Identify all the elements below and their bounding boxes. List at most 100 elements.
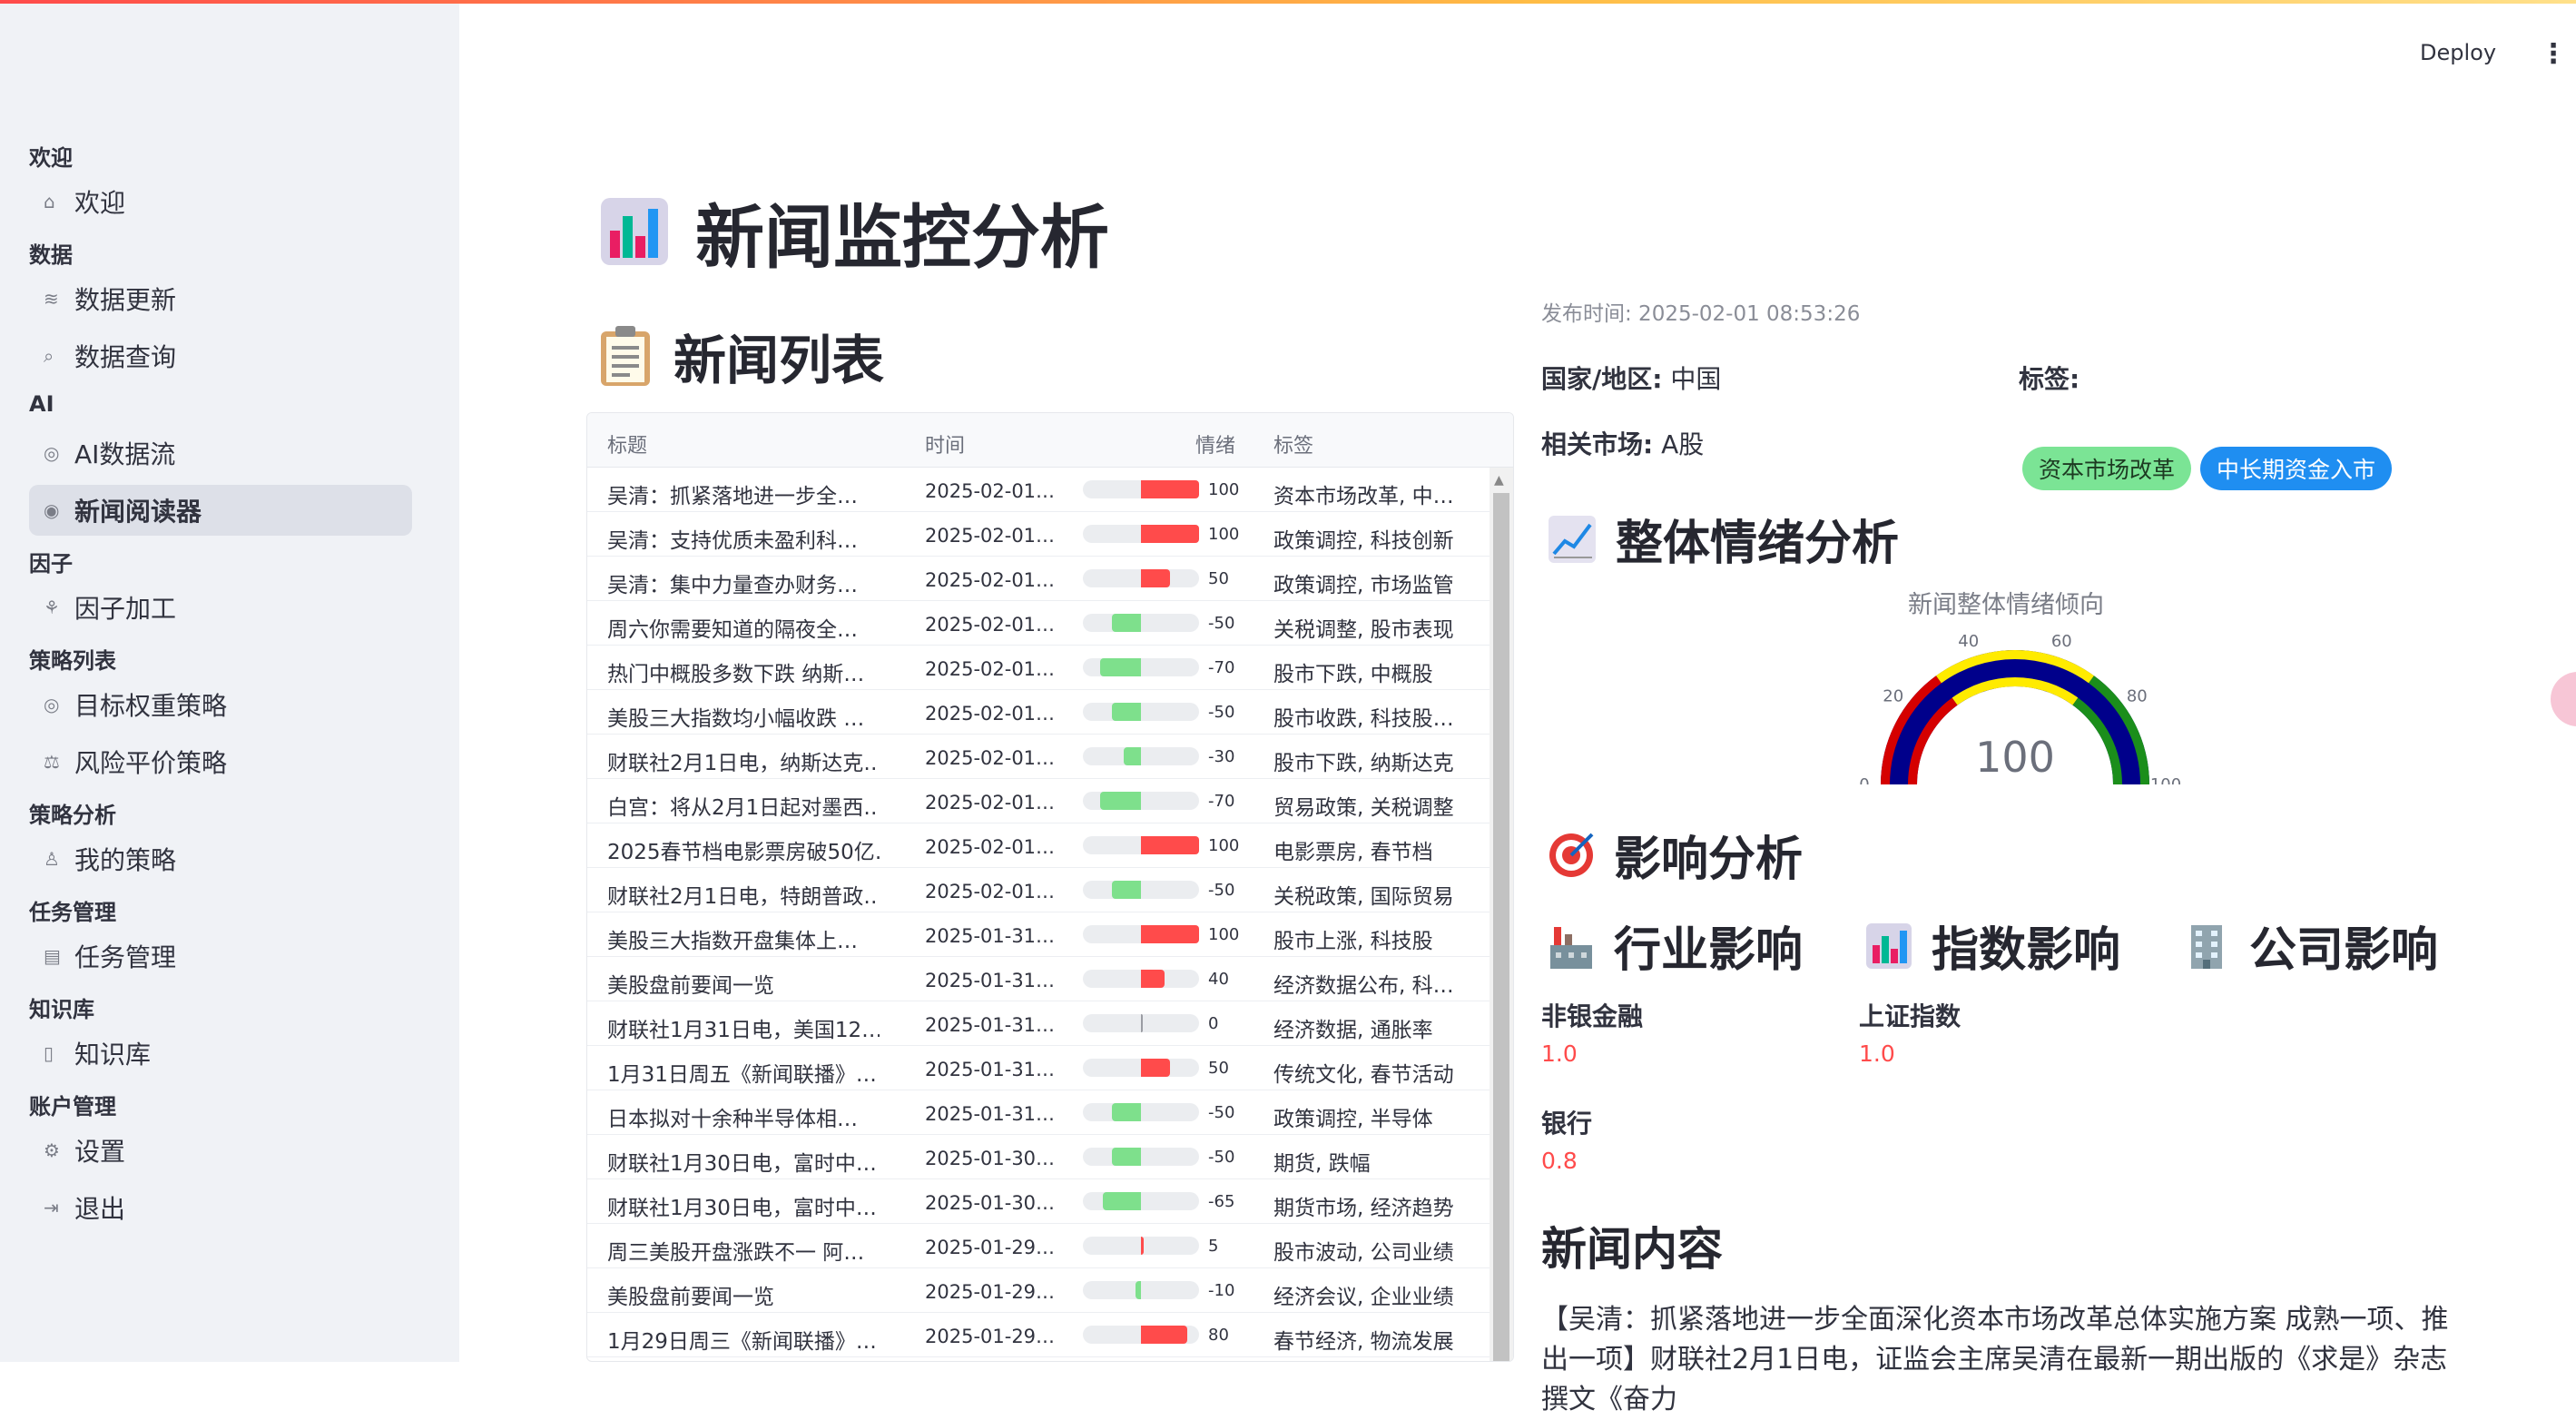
sidebar-item[interactable]: ⚖ 风险平价策略 bbox=[29, 736, 412, 787]
cell-time: 2025-02-01… bbox=[925, 614, 1056, 636]
cell-time: 2025-02-01… bbox=[925, 792, 1056, 814]
cell-time: 2025-02-01… bbox=[925, 569, 1056, 591]
factor-icon: ⚘ bbox=[44, 597, 60, 618]
industry-metric-label: 非银金融 bbox=[1541, 1001, 1644, 1031]
sidebar-item[interactable]: ⌂ 欢迎 bbox=[29, 176, 412, 227]
news-table[interactable]: 标题 时间 情绪 标签 吴清：抓紧落地进一步全… 2025-02-01… 100 资本… bbox=[586, 412, 1514, 1362]
table-row[interactable]: 美股三大指数开盘集体上… 2025-01-31… 100 股市上涨, 科技股 bbox=[587, 912, 1490, 957]
table-row[interactable]: 周三美股开盘涨跌不一 阿… 2025-01-29… 5 股市波动, 公司业绩 bbox=[587, 1224, 1490, 1268]
sentiment-value: -50 bbox=[1208, 881, 1235, 900]
home-icon: ⌂ bbox=[44, 191, 55, 212]
cell-tags: 政策调控, 半导体 bbox=[1273, 1108, 1433, 1131]
sidebar-section-title: 知识库 bbox=[29, 997, 94, 1022]
sidebar-item[interactable]: ⚙ 设置 bbox=[29, 1125, 412, 1176]
sidebar-item[interactable]: ⇥ 退出 bbox=[29, 1182, 412, 1233]
index-metric-value: 1.0 bbox=[1859, 1040, 1895, 1067]
column-header-title[interactable]: 标题 bbox=[607, 429, 647, 459]
sidebar-item-label: 数据查询 bbox=[74, 342, 177, 372]
table-row[interactable]: 财联社1月30日电，富时中… 2025-01-30… -50 期货, 跌幅 bbox=[587, 1135, 1490, 1179]
table-row[interactable]: 1月29日周三《新闻联播》… 2025-01-29… 80 春节经济, 物流发展 bbox=[587, 1313, 1490, 1357]
cell-tags: 期货市场, 经济趋势 bbox=[1273, 1197, 1454, 1220]
kebab-icon[interactable]: ⋮ bbox=[2540, 38, 2567, 70]
sentiment-bar-fill bbox=[1112, 614, 1141, 632]
sidebar-item[interactable]: ♙ 我的策略 bbox=[29, 833, 412, 884]
column-header-time[interactable]: 时间 bbox=[925, 429, 965, 459]
gauge-tick-label: 100 bbox=[2150, 775, 2181, 784]
table-scrollbar[interactable]: ▲ bbox=[1490, 468, 1513, 1361]
cell-title: 美股盘前要闻一览 bbox=[607, 974, 774, 998]
table-row[interactable]: 财联社2月1日电，特朗普政… 2025-02-01… -50 关税政策, 国际贸易 bbox=[587, 868, 1490, 912]
table-row[interactable]: 财联社1月30日电，富时中… 2025-01-30… -65 期货市场, 经济趋势 bbox=[587, 1179, 1490, 1224]
tag-pill: 中长期资金入市 bbox=[2200, 447, 2393, 490]
office-building-icon bbox=[2191, 924, 2222, 969]
cell-time: 2025-01-29… bbox=[925, 1281, 1056, 1303]
cell-title: 周三美股开盘涨跌不一 阿… bbox=[607, 1241, 865, 1265]
table-row[interactable]: 热门中概股多数下跌 纳斯… 2025-02-01… -70 股市下跌, 中概股 bbox=[587, 646, 1490, 690]
table-row[interactable]: 吴清：支持优质未盈利科… 2025-02-01… 100 政策调控, 科技创新 bbox=[587, 512, 1490, 557]
table-row[interactable]: 白宫：将从2月1日起对墨西… 2025-02-01… -70 贸易政策, 关税调整 bbox=[587, 779, 1490, 823]
table-row[interactable]: 2025春节档电影票房破50亿… 2025-02-01… 100 电影票房, 春节档 bbox=[587, 823, 1490, 868]
table-row[interactable]: 周六你需要知道的隔夜全… 2025-02-01… -50 关税调整, 股市表现 bbox=[587, 601, 1490, 646]
scroll-up-arrow-icon[interactable]: ▲ bbox=[1494, 473, 1504, 488]
table-row[interactable]: 美股三大指数均小幅收跌 … 2025-02-01… -50 股市收跌, 科技股… bbox=[587, 690, 1490, 735]
cell-tags: 股市下跌, 纳斯达克 bbox=[1273, 752, 1454, 775]
table-row[interactable]: 财联社2月1日电，纳斯达克… 2025-02-01… -30 股市下跌, 纳斯达克 bbox=[587, 735, 1490, 779]
table-row[interactable]: 美股盘前要闻一览 2025-01-31… 40 经济数据公布, 科… bbox=[587, 957, 1490, 1001]
sentiment-bar-fill bbox=[1100, 658, 1141, 676]
sentiment-value: 100 bbox=[1208, 525, 1240, 544]
sidebar-item[interactable]: ⚘ 因子加工 bbox=[29, 582, 412, 633]
cell-title: 美股三大指数开盘集体上… bbox=[607, 930, 858, 953]
sidebar-item[interactable]: ⌕ 数据查询 bbox=[29, 330, 412, 381]
sentiment-value: -50 bbox=[1208, 1148, 1235, 1167]
sentiment-value: -50 bbox=[1208, 703, 1235, 722]
sidebar-item-label: 退出 bbox=[74, 1194, 126, 1224]
cell-tags: 资本市场改革, 中… bbox=[1273, 485, 1454, 508]
floating-chat-bubble[interactable] bbox=[2551, 672, 2576, 726]
deploy-button[interactable]: Deploy bbox=[2420, 40, 2496, 65]
table-row[interactable]: 吴清：集中力量查办财务… 2025-02-01… 50 政策调控, 市场监管 bbox=[587, 557, 1490, 601]
sentiment-bar-fill bbox=[1141, 569, 1170, 587]
sidebar-item-label: 风险平价策略 bbox=[74, 748, 228, 778]
sentiment-bar bbox=[1083, 1148, 1199, 1166]
logout-icon: ⇥ bbox=[44, 1197, 59, 1218]
industry-metric-value: 0.8 bbox=[1541, 1148, 1578, 1174]
sentiment-value: -70 bbox=[1208, 658, 1235, 677]
scale-icon: ⚖ bbox=[44, 751, 60, 773]
cell-title: 美股三大指数均小幅收跌 … bbox=[607, 707, 865, 731]
index-impact-title-text: 指数影响 bbox=[1932, 923, 2121, 978]
cell-tags: 传统文化, 春节活动 bbox=[1273, 1063, 1454, 1087]
sidebar-item[interactable]: ◎ AI数据流 bbox=[29, 428, 412, 478]
sidebar-item[interactable]: ◉ 新闻阅读器 bbox=[29, 485, 412, 536]
cell-time: 2025-02-01… bbox=[925, 480, 1056, 502]
table-row[interactable]: 美股盘前要闻一览 2025-01-29… -10 经济会议, 企业业绩 bbox=[587, 1268, 1490, 1313]
sentiment-bar bbox=[1083, 747, 1199, 765]
sentiment-bar bbox=[1083, 569, 1199, 587]
gauge-tick-label: 0 bbox=[1859, 775, 1869, 784]
column-header-tags[interactable]: 标签 bbox=[1273, 429, 1313, 459]
column-header-sentiment[interactable]: 情绪 bbox=[1195, 429, 1235, 459]
table-row[interactable]: 1月31日周五《新闻联播》… 2025-01-31… 50 传统文化, 春节活动 bbox=[587, 1046, 1490, 1090]
sidebar-item[interactable]: ◎ 目标权重策略 bbox=[29, 679, 412, 730]
cell-title: 财联社1月31日电，美国12… bbox=[607, 1019, 880, 1042]
ai-flow-icon: ◎ bbox=[44, 442, 60, 464]
cell-time: 2025-02-01… bbox=[925, 881, 1056, 902]
sentiment-bar-fill bbox=[1112, 1103, 1141, 1121]
table-row[interactable]: 财联社1月31日电，美国12… 2025-01-31… 0 经济数据, 通胀率 bbox=[587, 1001, 1490, 1046]
sidebar-item-label: 我的策略 bbox=[74, 845, 177, 875]
scrollbar-thumb[interactable] bbox=[1493, 493, 1509, 1361]
table-row[interactable]: 吴清：抓紧落地进一步全… 2025-02-01… 100 资本市场改革, 中… bbox=[587, 468, 1490, 512]
cell-time: 2025-02-01… bbox=[925, 525, 1056, 547]
sentiment-bar-fill bbox=[1112, 1148, 1141, 1166]
sentiment-bar-fill bbox=[1112, 881, 1141, 899]
sidebar-item[interactable]: ▤ 任务管理 bbox=[29, 931, 412, 981]
sentiment-value: 0 bbox=[1208, 1014, 1219, 1033]
cell-tags: 政策调控, 科技创新 bbox=[1273, 529, 1454, 553]
table-row[interactable]: 日本拟对十余种半导体相… 2025-01-31… -50 政策调控, 半导体 bbox=[587, 1090, 1490, 1135]
sentiment-bar-fill bbox=[1103, 1192, 1141, 1210]
sidebar-item[interactable]: ▯ 知识库 bbox=[29, 1028, 412, 1079]
publish-time: 发布时间: 2025-02-01 08:53:26 bbox=[1541, 302, 1861, 326]
sentiment-bar bbox=[1083, 1237, 1199, 1255]
sidebar-section-title: 策略列表 bbox=[29, 648, 116, 674]
page-title: 新闻监控分析 bbox=[599, 182, 1109, 281]
sidebar-item[interactable]: ≋ 数据更新 bbox=[29, 273, 412, 324]
